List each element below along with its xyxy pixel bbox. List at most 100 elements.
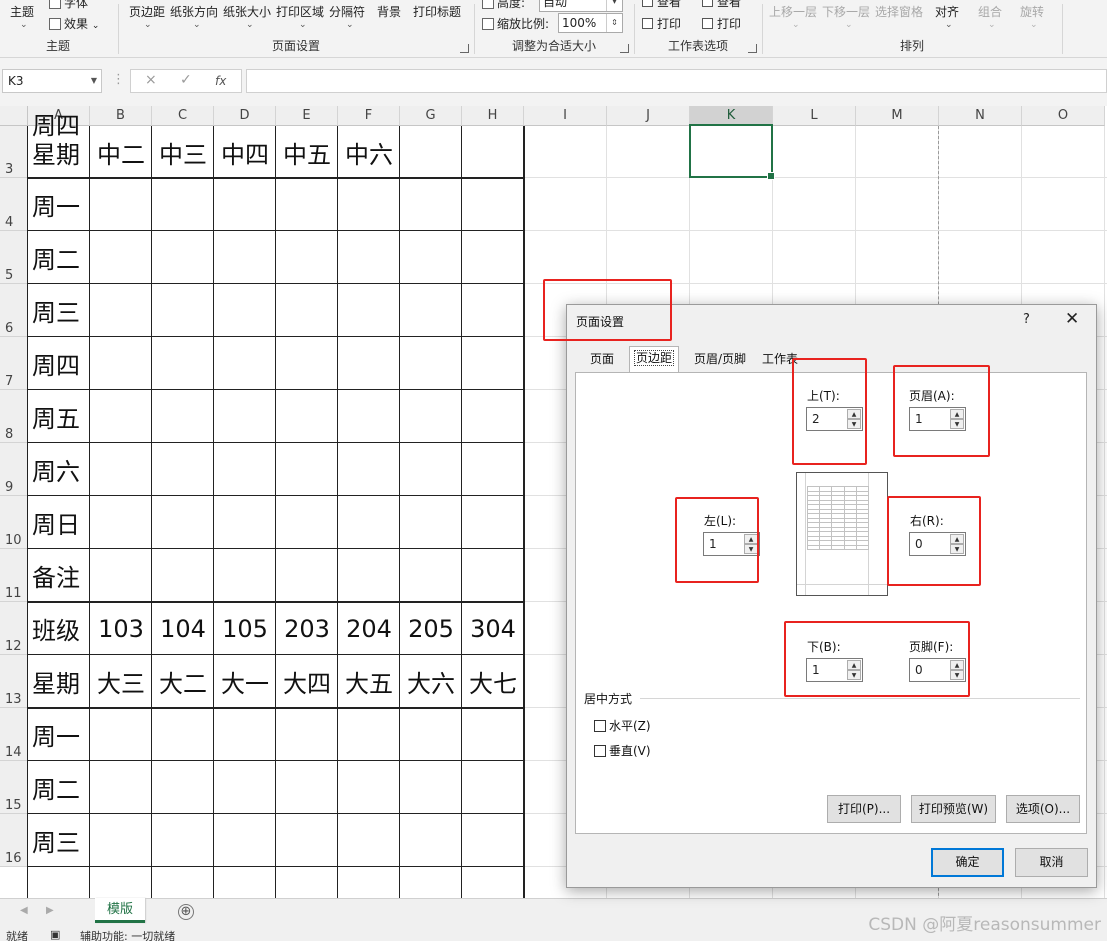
cell[interactable]: 304 [462,602,524,655]
scale-spinner[interactable]: 100% ⇕ [558,13,623,33]
row-header[interactable]: 9 [0,443,28,496]
cell[interactable]: 周一 [28,178,90,231]
cancel-button[interactable]: 取消 [1015,848,1088,877]
gridlines-view-checkbox[interactable]: 查看 [642,0,681,10]
size-button[interactable]: 纸张大小 [223,3,271,20]
cell[interactable]: 大四 [276,655,338,708]
cell[interactable]: 大七 [462,655,524,708]
gridlines-print-checkbox[interactable]: 打印 [642,15,681,32]
print-preview-button[interactable]: 打印预览(W) [911,795,996,823]
row-header[interactable]: 10 [0,496,28,549]
tab-header-footer[interactable]: 页眉/页脚 [686,348,754,372]
add-sheet-icon[interactable]: ⊕ [178,904,194,920]
headings-print-checkbox[interactable]: 打印 [702,15,741,32]
cell[interactable]: 大三 [90,655,152,708]
print-titles-button[interactable]: 打印标题 [413,3,461,20]
insert-function-icon[interactable]: fx [215,74,226,88]
row-header[interactable]: 3 [0,126,28,178]
cell[interactable]: 班级 [28,602,90,655]
cell[interactable]: 大二 [152,655,214,708]
orientation-button[interactable]: 纸张方向 [170,3,218,20]
column-header[interactable]: J [607,106,690,126]
cell[interactable]: 星期 [28,655,90,708]
cell[interactable]: 周四 [28,106,90,141]
cell[interactable]: 205 [400,602,462,655]
sheet-options-launcher-icon[interactable] [748,44,757,53]
column-header[interactable]: O [1022,106,1105,126]
cell[interactable]: 周四 [28,337,90,390]
cell[interactable]: 大六 [400,655,462,708]
row-header[interactable]: 13 [0,655,28,708]
column-header[interactable]: E [276,106,338,126]
cell[interactable]: 中四 [214,126,276,178]
scroll-right-icon[interactable]: ▶ [46,905,54,916]
row-header[interactable]: 11 [0,549,28,602]
send-backward-button[interactable]: 下移一层 [822,3,870,20]
group-button[interactable]: 组合 [978,3,1002,20]
breaks-button[interactable]: 分隔符 [329,3,365,20]
column-header[interactable]: F [338,106,400,126]
cell[interactable]: 中六 [338,126,400,178]
row-header[interactable]: 16 [0,814,28,867]
column-header[interactable]: N [939,106,1022,126]
column-header[interactable]: L [773,106,856,126]
macro-record-icon[interactable]: ▣ [50,928,60,941]
drag-handle-icon[interactable]: ⋮ [112,72,125,87]
cell[interactable]: 周三 [28,284,90,337]
row-header[interactable]: 14 [0,708,28,761]
cell[interactable]: 103 [90,602,152,655]
page-setup-launcher-icon[interactable] [460,44,469,53]
tab-margins[interactable]: 页边距 [629,346,679,372]
center-vertical-checkbox[interactable]: 垂直(V) [594,742,651,759]
cell[interactable] [400,126,462,178]
ok-button[interactable]: 确定 [931,848,1004,877]
cell[interactable]: 中三 [152,126,214,178]
chevron-down-icon[interactable]: ▾ [606,0,622,11]
help-icon[interactable]: ? [1023,312,1030,327]
cell[interactable]: 大一 [214,655,276,708]
cell[interactable]: 105 [214,602,276,655]
cell[interactable]: 周六 [28,443,90,496]
enter-icon[interactable]: ✓ [180,72,192,88]
row-header[interactable]: 15 [0,761,28,814]
effects-button[interactable]: 效果 ⌄ [49,15,99,32]
center-horizontal-checkbox[interactable]: 水平(Z) [594,717,651,734]
cancel-icon[interactable]: × [145,72,157,88]
row-header[interactable]: 4 [0,178,28,231]
column-header[interactable]: B [90,106,152,126]
selection-pane-button[interactable]: 选择窗格 [875,3,923,20]
cell[interactable]: 周三 [28,814,90,867]
chevron-down-icon[interactable]: ▼ [91,70,97,92]
scale-to-fit-launcher-icon[interactable] [620,44,629,53]
column-header[interactable]: K [690,106,773,126]
column-header[interactable]: D [214,106,276,126]
themes-button[interactable]: 主题 [10,3,34,20]
cell[interactable]: 203 [276,602,338,655]
row-header[interactable]: 12 [0,602,28,655]
row-header[interactable]: 8 [0,390,28,443]
cell[interactable]: 周二 [28,231,90,284]
cell[interactable]: 周二 [28,761,90,814]
name-box[interactable]: K3 ▼ [2,69,102,93]
accessibility-status[interactable]: 辅助功能: 一切就绪 [80,928,175,941]
cell[interactable]: 周五 [28,390,90,443]
background-button[interactable]: 背景 [377,3,401,20]
column-header[interactable]: C [152,106,214,126]
formula-input[interactable] [246,69,1107,93]
row-header[interactable]: 5 [0,231,28,284]
row-header[interactable]: 7 [0,337,28,390]
selected-cell[interactable] [689,124,775,180]
select-all-corner[interactable] [0,106,28,126]
cell[interactable] [462,126,524,178]
margins-button[interactable]: 页边距 [129,3,165,20]
rotate-button[interactable]: 旋转 [1020,3,1044,20]
tab-page[interactable]: 页面 [581,348,623,372]
column-header[interactable]: M [856,106,939,126]
sheet-tab-template[interactable]: 模版 [95,898,145,923]
cell[interactable]: 备注 [28,549,90,602]
scroll-left-icon[interactable]: ◀ [20,905,28,916]
print-area-button[interactable]: 打印区域 [276,3,324,20]
cell[interactable]: 周一 [28,708,90,761]
column-header[interactable]: I [524,106,607,126]
column-header[interactable]: G [400,106,462,126]
